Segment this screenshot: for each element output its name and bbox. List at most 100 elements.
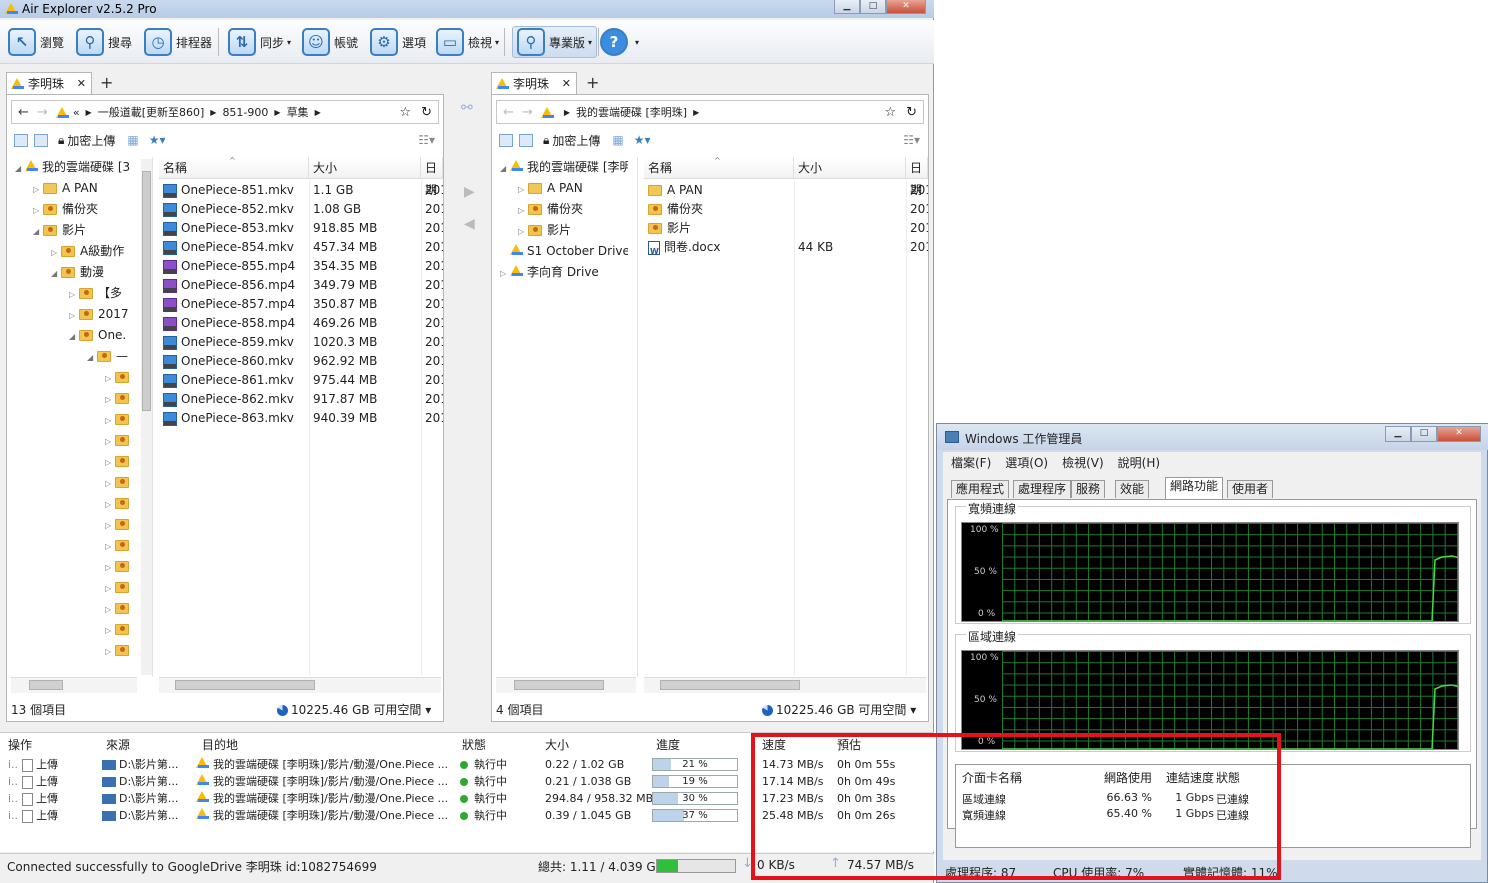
toolbar-view-button[interactable]: ▭ 檢視 ▾ xyxy=(436,26,499,58)
tree-item[interactable]: ◢ — xyxy=(87,346,143,367)
folder-view-icon[interactable] xyxy=(519,133,533,147)
collapsed-arrow-icon[interactable]: ▷ xyxy=(69,305,79,325)
options-icon[interactable]: ▦ xyxy=(612,133,623,147)
collapsed-arrow-icon[interactable]: ▷ xyxy=(105,452,115,472)
copy-right-arrow-icon[interactable]: ▶ xyxy=(464,184,475,200)
file-row[interactable]: OnePiece-855.mp4 354.35 MB 201 xyxy=(159,257,443,276)
file-row[interactable]: OnePiece-853.mkv 918.85 MB 201 xyxy=(159,219,443,238)
file-row[interactable]: OnePiece-856.mp4 349.79 MB 201 xyxy=(159,276,443,295)
file-row[interactable]: OnePiece-859.mkv 1020.3 MB 201 xyxy=(159,333,443,352)
queue-column-header[interactable]: 來源 xyxy=(102,736,130,754)
expanded-arrow-icon[interactable]: ◢ xyxy=(33,221,43,241)
right-free-space[interactable]: 10225.46 GB 可用空間 ▾ xyxy=(762,701,916,718)
breadcrumb-item[interactable]: 851-900 xyxy=(222,106,268,119)
view-mode-icon[interactable]: ☷▾ xyxy=(418,133,435,147)
tree-item[interactable]: ▷ 影片 xyxy=(518,220,628,241)
tree-item[interactable]: ▷ xyxy=(105,472,139,493)
tm-menu-item[interactable]: 檢視(V) xyxy=(1062,454,1104,471)
column-header[interactable]: 大小 xyxy=(309,157,421,179)
tree-item[interactable]: ▷ xyxy=(105,451,139,472)
toolbar-gear-button[interactable]: ⚙ 選項 xyxy=(370,26,426,58)
collapsed-arrow-icon[interactable]: ▷ xyxy=(105,515,115,535)
folder-view-icon[interactable] xyxy=(34,133,48,147)
encrypt-upload-button[interactable]: 加密上傳 xyxy=(67,132,115,149)
file-row[interactable]: OnePiece-854.mkv 457.34 MB 201 xyxy=(159,238,443,257)
forward-icon[interactable]: → xyxy=(37,105,48,120)
collapsed-arrow-icon[interactable]: ▷ xyxy=(105,494,115,514)
back-icon[interactable]: ← xyxy=(18,105,29,120)
left-tab[interactable]: 李明珠 ✕ xyxy=(6,72,92,94)
maximize-button[interactable]: □ xyxy=(860,0,886,14)
tm-menu-item[interactable]: 說明(H) xyxy=(1118,454,1160,471)
collapsed-arrow-icon[interactable]: ▷ xyxy=(105,389,115,409)
file-row[interactable]: OnePiece-862.mkv 917.87 MB 201 xyxy=(159,390,443,409)
collapsed-arrow-icon[interactable]: ▷ xyxy=(105,641,115,661)
new-folder-icon[interactable] xyxy=(499,133,513,147)
collapsed-arrow-icon[interactable]: ▷ xyxy=(500,263,510,283)
favorites-dropdown-icon[interactable]: ★▾ xyxy=(149,133,166,147)
file-row[interactable]: OnePiece-863.mkv 940.39 MB 201 xyxy=(159,409,443,428)
tree-item[interactable]: ◢ 動漫 xyxy=(51,262,143,283)
tm-tab-3[interactable]: 效能 xyxy=(1115,480,1150,498)
breadcrumb-item[interactable]: 草集 xyxy=(287,104,309,120)
close-button[interactable]: ✕ xyxy=(886,0,926,14)
tm-menu-item[interactable]: 選項(O) xyxy=(1005,454,1048,471)
tree-item[interactable]: ▷ xyxy=(105,619,139,640)
file-row[interactable]: 備份夾 201 xyxy=(644,200,928,219)
close-tab-icon[interactable]: ✕ xyxy=(77,77,86,90)
file-row[interactable]: OnePiece-860.mkv 962.92 MB 201 xyxy=(159,352,443,371)
column-header[interactable]: 日期 xyxy=(906,157,928,197)
encrypt-upload-button[interactable]: 加密上傳 xyxy=(552,132,600,149)
collapsed-arrow-icon[interactable]: ▷ xyxy=(105,410,115,430)
tm-close-button[interactable]: ✕ xyxy=(1437,426,1481,442)
queue-operation[interactable]: i.. 上傳 xyxy=(8,807,58,824)
favorite-star-icon[interactable]: ☆ xyxy=(399,105,411,120)
collapsed-arrow-icon[interactable]: ▷ xyxy=(33,179,43,199)
view-mode-icon[interactable]: ☷▾ xyxy=(903,133,920,147)
tree-item[interactable]: ▷ 備份夾 xyxy=(518,199,628,220)
expanded-arrow-icon[interactable]: ◢ xyxy=(500,158,510,178)
collapsed-arrow-icon[interactable]: ▷ xyxy=(518,200,528,220)
queue-operation[interactable]: i.. 上傳 xyxy=(8,773,58,790)
collapsed-arrow-icon[interactable]: ▷ xyxy=(69,284,79,304)
breadcrumb-item[interactable]: 一般道載[更新至860] xyxy=(98,104,205,120)
tm-tab-2[interactable]: 服務 xyxy=(1071,480,1106,498)
toolbar-scheduler-button[interactable]: ◷ 排程器 xyxy=(144,26,212,58)
tree-item[interactable]: ▷ xyxy=(105,430,139,451)
breadcrumb-item[interactable]: 我的雲端硬碟 [李明珠] xyxy=(576,104,687,120)
right-tree-hscroll[interactable] xyxy=(496,677,636,693)
file-row[interactable]: OnePiece-858.mp4 469.26 MB 201 xyxy=(159,314,443,333)
tree-item[interactable]: ▷ xyxy=(105,493,139,514)
left-list-hscroll[interactable] xyxy=(159,677,441,693)
tree-item[interactable]: ▷ xyxy=(105,577,139,598)
tree-item[interactable]: ▷ 備份夾 xyxy=(33,199,143,220)
column-header[interactable]: 大小 xyxy=(794,157,906,179)
tm-tab-1[interactable]: 處理程序 xyxy=(1013,480,1072,498)
column-header[interactable]: 名稱 ^ xyxy=(644,156,794,179)
left-tree-hscroll[interactable] xyxy=(11,677,137,693)
refresh-icon[interactable]: ↻ xyxy=(421,105,432,120)
collapsed-arrow-icon[interactable]: ▷ xyxy=(105,473,115,493)
tree-item[interactable]: ▷ 2017 xyxy=(69,304,143,325)
queue-column-header[interactable]: 大小 xyxy=(541,736,569,754)
toolbar-accounts-button[interactable]: ☺ 帳號 xyxy=(302,26,358,58)
tm-menu-item[interactable]: 檔案(F) xyxy=(951,454,991,471)
toolbar-pro-button[interactable]: ⚲ 專業版 ▾ xyxy=(512,26,598,58)
breadcrumb-item[interactable]: « xyxy=(73,106,80,119)
tree-item[interactable]: ▷ xyxy=(105,409,139,430)
tm-minimize-button[interactable]: ▁ xyxy=(1385,426,1411,442)
expanded-arrow-icon[interactable]: ◢ xyxy=(15,158,25,178)
tree-item[interactable]: ◢ 我的雲端硬碟 [3 xyxy=(15,157,143,178)
tree-item[interactable]: ▷ xyxy=(105,535,139,556)
file-row[interactable]: 影片 201 xyxy=(644,219,928,238)
tree-item[interactable]: ▷ xyxy=(105,514,139,535)
tm-maximize-button[interactable]: □ xyxy=(1411,426,1437,442)
tm-tab-5[interactable]: 使用者 xyxy=(1227,480,1274,498)
file-row[interactable]: 問卷.docx 44 KB 201 xyxy=(644,238,928,257)
collapsed-arrow-icon[interactable]: ▷ xyxy=(105,536,115,556)
tree-item[interactable]: ▷ 【多 xyxy=(69,283,143,304)
link-panes-icon[interactable]: ⚯ xyxy=(461,100,473,116)
collapsed-arrow-icon[interactable]: ▷ xyxy=(105,620,115,640)
tree-item[interactable]: ◢ 我的雲端硬碟 [李明 xyxy=(500,157,628,178)
file-row[interactable]: OnePiece-861.mkv 975.44 MB 201 xyxy=(159,371,443,390)
